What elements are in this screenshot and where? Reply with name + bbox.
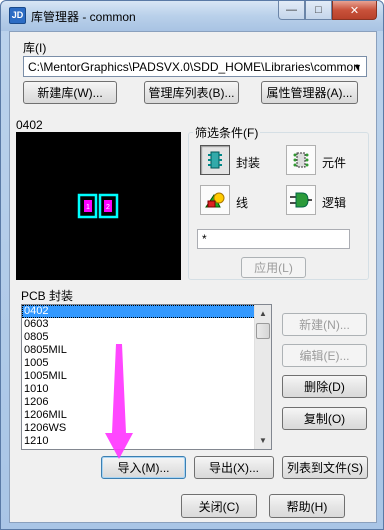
library-label: 库(I) [23, 41, 47, 55]
new-library-button[interactable]: 新建库(W)... [23, 81, 117, 104]
part-filter-label: 元件 [322, 156, 347, 170]
close-window-button[interactable]: ✕ [332, 1, 377, 20]
export-button[interactable]: 导出(X)... [194, 456, 274, 479]
close-dialog-button[interactable]: 关闭(C) [181, 494, 257, 518]
title-bar[interactable]: JD 库管理器 - common — □ ✕ [1, 1, 383, 31]
list-item[interactable]: 0603 [22, 318, 256, 331]
preview-label: 0402 [16, 118, 43, 132]
new-decal-button[interactable]: 新建(N)... [282, 313, 367, 336]
app-icon: JD [9, 7, 26, 24]
copy-decal-button[interactable]: 复制(O) [282, 407, 367, 430]
logic-filter-button[interactable] [286, 185, 316, 215]
manage-library-list-button[interactable]: 管理库列表(B)... [144, 81, 239, 104]
dialog-client-area: 库(I) C:\MentorGraphics\PADSVX.0\SDD_HOME… [9, 31, 377, 523]
delete-decal-button[interactable]: 删除(D) [282, 375, 367, 398]
logic-icon [290, 192, 312, 208]
apply-filter-button[interactable]: 应用(L) [241, 257, 306, 278]
library-manager-window: JD 库管理器 - common — □ ✕ 库(I) C:\MentorGra… [0, 0, 384, 530]
list-item[interactable]: 0402 [22, 305, 256, 318]
pad-1-label: 1 [86, 204, 90, 211]
decal-filter-button[interactable] [200, 145, 230, 175]
scroll-up-icon[interactable]: ▲ [255, 305, 271, 322]
library-path-value: C:\MentorGraphics\PADSVX.0\SDD_HOME\Libr… [28, 60, 360, 74]
help-button[interactable]: 帮助(H) [269, 494, 345, 518]
window-controls: — □ ✕ [278, 1, 377, 21]
list-item[interactable]: 1005 [22, 357, 256, 370]
part-filter-button[interactable] [286, 145, 316, 175]
line-filter-label: 线 [236, 196, 249, 210]
pcb-decal-listbox[interactable]: 0402 0603 0805 0805MIL 1005 1005MIL 1010 1206 12… [21, 304, 272, 450]
decal-preview-canvas: 1 2 [16, 132, 181, 280]
list-item[interactable]: 0805MIL [22, 344, 256, 357]
window-title: 库管理器 - common [31, 10, 136, 24]
list-item[interactable]: 1206 [22, 396, 256, 409]
list-item[interactable]: 1206WS [22, 422, 256, 435]
minimize-button[interactable]: — [278, 1, 305, 20]
library-path-select[interactable]: C:\MentorGraphics\PADSVX.0\SDD_HOME\Libr… [23, 56, 367, 77]
logic-filter-label: 逻辑 [322, 196, 347, 210]
decal-preview-drawing: 1 2 [77, 193, 119, 219]
part-icon [293, 152, 309, 168]
list-item[interactable]: 1210 [22, 435, 256, 448]
decal-icon [208, 151, 222, 169]
line-icon [205, 192, 225, 208]
decal-filter-label: 封装 [236, 156, 261, 170]
filter-legend: 筛选条件(F) [193, 124, 261, 141]
scroll-thumb[interactable] [256, 323, 270, 339]
line-filter-button[interactable] [200, 185, 230, 215]
filter-text-input[interactable]: * [197, 229, 350, 249]
maximize-button[interactable]: □ [305, 1, 332, 20]
list-item[interactable]: 1206MIL [22, 409, 256, 422]
decal-list-items: 0402 0603 0805 0805MIL 1005 1005MIL 1010 1206 12… [22, 305, 256, 448]
list-item[interactable]: 1005MIL [22, 370, 256, 383]
pad-2-label: 2 [106, 204, 110, 211]
import-button[interactable]: 导入(M)... [101, 456, 186, 479]
list-to-file-button[interactable]: 列表到文件(S) [282, 456, 368, 479]
list-scrollbar[interactable]: ▲ ▼ [254, 305, 271, 449]
list-item[interactable]: 0805 [22, 331, 256, 344]
chevron-down-icon[interactable]: ▼ [349, 57, 366, 76]
scroll-down-icon[interactable]: ▼ [255, 432, 271, 449]
edit-decal-button[interactable]: 编辑(E)... [282, 344, 367, 367]
pcb-decal-list-label: PCB 封装 [21, 289, 74, 303]
list-item[interactable]: 1010 [22, 383, 256, 396]
attribute-manager-button[interactable]: 属性管理器(A)... [261, 81, 358, 104]
